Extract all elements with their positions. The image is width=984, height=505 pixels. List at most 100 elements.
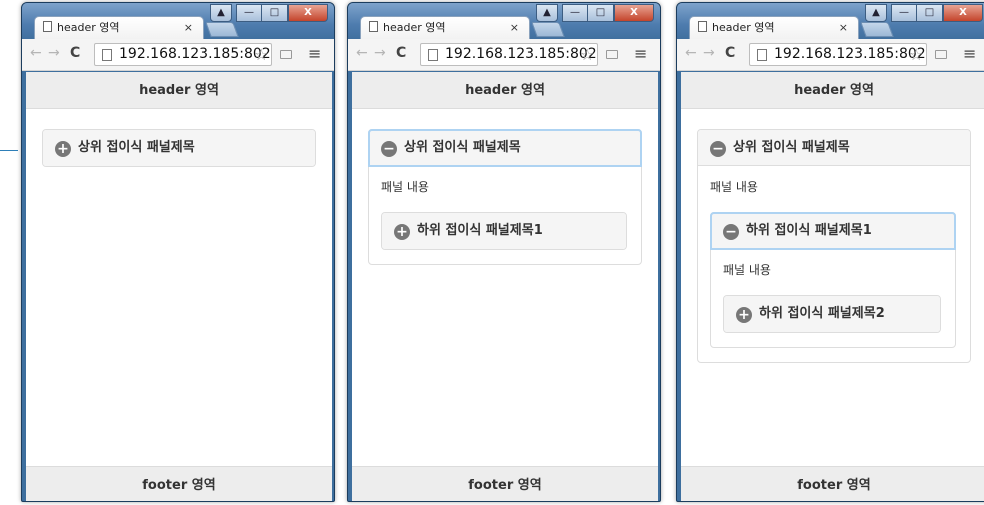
tab-title: header 영역 xyxy=(383,21,446,34)
address-bar[interactable]: 192.168.123.185:802 xyxy=(749,43,927,66)
sub-panel-1-title: 하위 접이식 패널제목1 xyxy=(746,223,872,238)
page-viewport: header 영역 − 상위 접이식 패널제목 패널 내용 + 하위 접이식 패널제… xyxy=(352,72,658,501)
panel-content-text: 패널 내용 xyxy=(710,180,758,194)
forward-arrow-icon[interactable]: → xyxy=(374,45,386,61)
cast-icon[interactable] xyxy=(606,50,618,59)
tab-close-icon[interactable]: × xyxy=(839,17,848,38)
window-controls: ▲ — □ X xyxy=(865,4,983,22)
minimize-button[interactable]: — xyxy=(236,4,262,22)
title-bar: header 영역 × ▲ — □ X xyxy=(677,3,984,39)
top-panel-title: 상위 접이식 패널제목 xyxy=(733,140,850,155)
maximize-button[interactable]: □ xyxy=(588,4,614,22)
sub-panel-1: − 하위 접이식 패널제목1 패널 내용 + 하위 접이식 패널제목2 xyxy=(710,212,956,348)
top-panel-title: 상위 접이식 패널제목 xyxy=(78,140,195,155)
page-icon xyxy=(698,21,707,32)
maximize-button[interactable]: □ xyxy=(917,4,943,22)
accordion: + 상위 접이식 패널제목 xyxy=(42,129,316,167)
browser-toolbar: ← → C 192.168.123.185:802 ☆ ≡ xyxy=(348,39,660,71)
sub-panel-1-heading[interactable]: + 하위 접이식 패널제목1 xyxy=(382,213,626,249)
reload-icon[interactable]: C xyxy=(725,45,735,61)
menu-icon[interactable]: ≡ xyxy=(308,44,321,63)
user-icon[interactable]: ▲ xyxy=(536,4,558,22)
new-tab-button[interactable] xyxy=(205,22,239,37)
title-bar: header 영역 × ▲ — □ X xyxy=(22,3,334,39)
url-text: 192.168.123.185:802 xyxy=(774,46,926,62)
new-tab-button[interactable] xyxy=(531,22,565,37)
page-footer: footer 영역 xyxy=(26,466,332,501)
top-panel-heading[interactable]: − 상위 접이식 패널제목 xyxy=(368,129,642,167)
address-bar[interactable]: 192.168.123.185:802 xyxy=(94,43,272,66)
top-panel-title: 상위 접이식 패널제목 xyxy=(404,140,521,155)
tab-close-icon[interactable]: × xyxy=(510,17,519,38)
back-arrow-icon[interactable]: ← xyxy=(30,45,42,61)
tab-title: header 영역 xyxy=(57,21,120,34)
sub-panel-2-heading[interactable]: + 하위 접이식 패널제목2 xyxy=(724,296,940,332)
menu-icon[interactable]: ≡ xyxy=(963,44,976,63)
page-header: header 영역 xyxy=(681,72,984,109)
close-button[interactable]: X xyxy=(614,4,654,22)
top-panel: − 상위 접이식 패널제목 패널 내용 + 하위 접이식 패널제목1 xyxy=(368,129,642,265)
maximize-button[interactable]: □ xyxy=(262,4,288,22)
browser-tab[interactable]: header 영역 × xyxy=(360,16,530,39)
top-panel: −상위 접이식 패널제목 패널 내용 −하위 접이식 패널제목1 패널 내용 xyxy=(697,129,971,363)
browser-window-3: header 영역 × ▲ — □ X ← → C 192.168.123.18… xyxy=(676,2,984,502)
panel-content-text: 패널 내용 xyxy=(723,263,771,277)
top-panel-body: 패널 내용 + 하위 접이식 패널제목1 xyxy=(369,166,641,264)
sub-panel-1-heading[interactable]: − 하위 접이식 패널제목1 xyxy=(710,212,956,250)
title-bar: header 영역 × ▲ — □ X xyxy=(348,3,660,39)
sub-panel-1-title: 하위 접이식 패널제목1 xyxy=(417,223,543,238)
browser-tab[interactable]: header 영역 × xyxy=(34,16,204,39)
cast-icon[interactable] xyxy=(935,50,947,59)
url-text: 192.168.123.185:802 xyxy=(445,46,597,62)
minus-circle-icon: − xyxy=(381,141,397,157)
page-viewport: header 영역 − 상위 접이식 패널제목 패널 내용 − 하위 접이식 패널제… xyxy=(681,72,984,501)
browser-toolbar: ← → C 192.168.123.185:802 ☆ ≡ xyxy=(22,39,334,71)
sub-panel-2-title: 하위 접이식 패널제목2 xyxy=(759,306,885,321)
new-tab-button[interactable] xyxy=(860,22,894,37)
accordion: −상위 접이식 패널제목 패널 내용 −하위 접이식 패널제목1 패널 내용 xyxy=(697,129,971,363)
menu-icon[interactable]: ≡ xyxy=(634,44,647,63)
reload-icon[interactable]: C xyxy=(70,45,80,61)
top-panel-heading[interactable]: − 상위 접이식 패널제목 xyxy=(698,130,970,166)
plus-circle-icon: + xyxy=(736,307,752,323)
page-icon xyxy=(43,21,52,32)
back-arrow-icon[interactable]: ← xyxy=(356,45,368,61)
minus-circle-icon: − xyxy=(723,224,739,240)
minimize-button[interactable]: — xyxy=(562,4,588,22)
star-icon[interactable]: ☆ xyxy=(254,45,268,64)
top-panel: + 상위 접이식 패널제목 xyxy=(42,129,316,167)
window-controls: ▲ — □ X xyxy=(536,4,654,22)
forward-arrow-icon[interactable]: → xyxy=(703,45,715,61)
reload-icon[interactable]: C xyxy=(396,45,406,61)
tab-close-icon[interactable]: × xyxy=(184,17,193,38)
user-icon[interactable]: ▲ xyxy=(210,4,232,22)
address-bar[interactable]: 192.168.123.185:802 xyxy=(420,43,598,66)
stage: header 영역 × ▲ — □ X ← → C 192.168.123.18… xyxy=(0,0,984,505)
tab-title: header 영역 xyxy=(712,21,775,34)
sub-panel-1-body: 패널 내용 + 하위 접이식 패널제목2 xyxy=(711,249,955,347)
forward-arrow-icon[interactable]: → xyxy=(48,45,60,61)
minus-circle-icon: − xyxy=(710,141,726,157)
minimize-button[interactable]: — xyxy=(891,4,917,22)
cast-icon[interactable] xyxy=(280,50,292,59)
page-header: header 영역 xyxy=(352,72,658,109)
user-icon[interactable]: ▲ xyxy=(865,4,887,22)
url-text: 192.168.123.185:802 xyxy=(119,46,271,62)
page-footer: footer 영역 xyxy=(352,466,658,501)
accordion: − 상위 접이식 패널제목 패널 내용 + 하위 접이식 패널제목1 xyxy=(368,129,642,265)
close-button[interactable]: X xyxy=(288,4,328,22)
star-icon[interactable]: ☆ xyxy=(909,45,923,64)
browser-tab[interactable]: header 영역 × xyxy=(689,16,859,39)
close-button[interactable]: X xyxy=(943,4,983,22)
star-icon[interactable]: ☆ xyxy=(580,45,594,64)
connector-line xyxy=(0,150,18,151)
panel-content-text: 패널 내용 xyxy=(381,180,429,194)
browser-toolbar: ← → C 192.168.123.185:802 ☆ ≡ xyxy=(677,39,984,71)
page-icon xyxy=(369,21,378,32)
sub-panel-2: + 하위 접이식 패널제목2 xyxy=(723,295,941,333)
page-icon xyxy=(757,49,767,61)
sub-panel-1: + 하위 접이식 패널제목1 xyxy=(381,212,627,250)
top-panel-body: 패널 내용 − 하위 접이식 패널제목1 패널 내용 + 하위 접이식 패널제목2 xyxy=(698,166,970,362)
top-panel-heading[interactable]: + 상위 접이식 패널제목 xyxy=(43,130,315,166)
back-arrow-icon[interactable]: ← xyxy=(685,45,697,61)
